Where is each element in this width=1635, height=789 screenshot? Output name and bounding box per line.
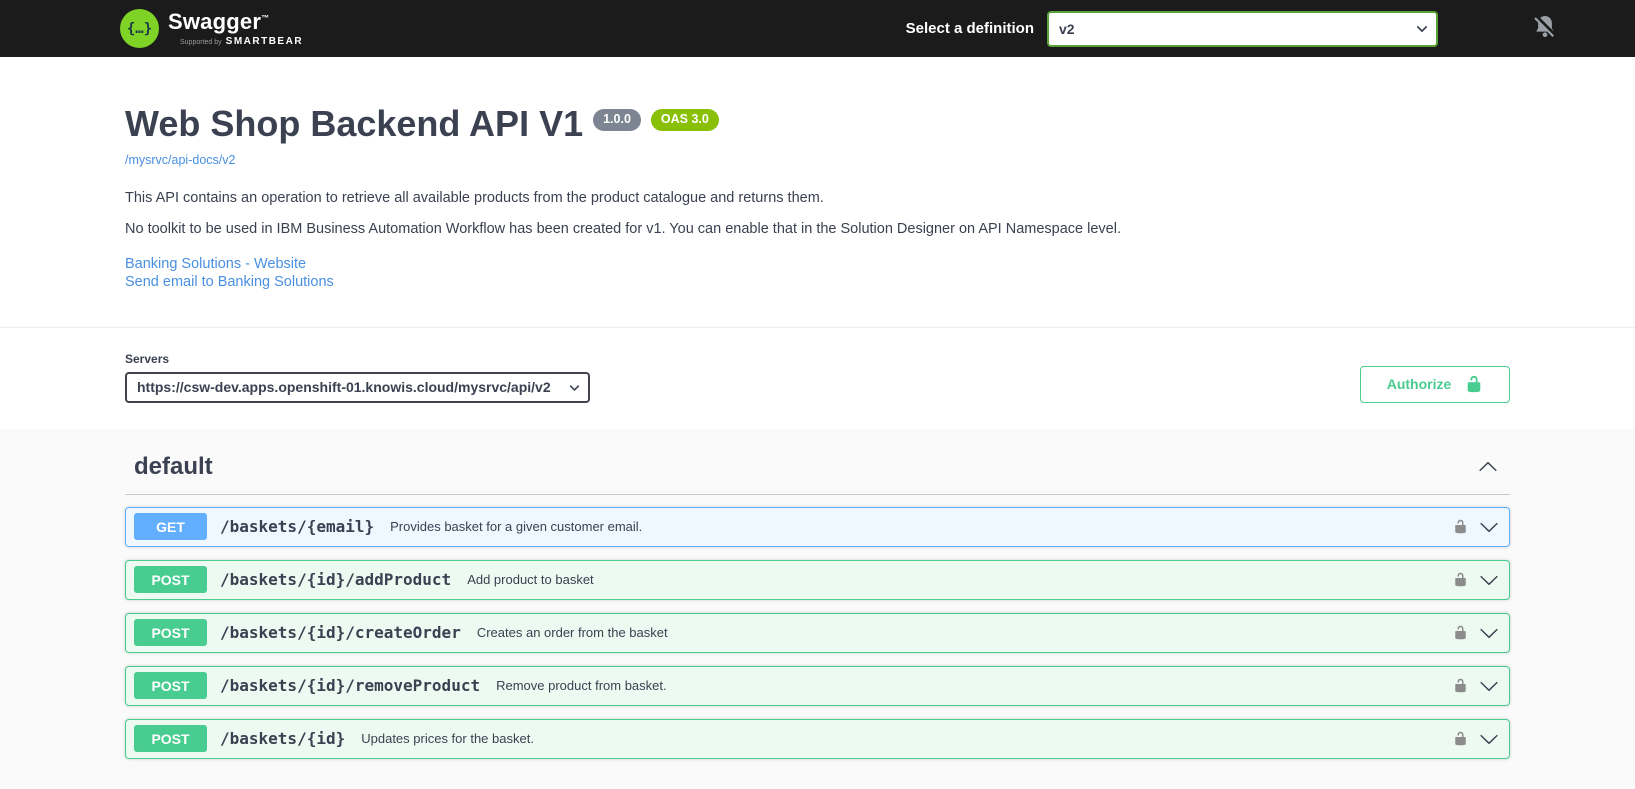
smartbear-label: SMARTBEAR [225, 35, 304, 47]
method-badge: POST [134, 619, 207, 647]
operation-row-get-baskets-email[interactable]: GET /baskets/{email} Provides basket for… [125, 506, 1510, 547]
chevron-down-icon [1480, 522, 1498, 532]
authorize-button[interactable]: Authorize [1360, 365, 1510, 403]
trademark: ™ [261, 13, 270, 23]
tag-section-header[interactable]: default [125, 430, 1510, 495]
oas-badge: OAS 3.0 [650, 109, 719, 131]
servers-label: Servers [125, 351, 170, 366]
unlocked-padlock-icon [1455, 731, 1466, 746]
select-definition-label: Select a definition [905, 20, 1034, 37]
expand-operation-button[interactable] [1479, 517, 1499, 537]
operation-description: Add product to basket [467, 572, 594, 588]
chevron-down-icon [1480, 681, 1498, 691]
method-badge: GET [134, 513, 207, 541]
operations-list: GET /baskets/{email} Provides basket for… [125, 495, 1510, 759]
authorize-label: Authorize [1386, 376, 1452, 393]
brand-name: Swagger [168, 8, 262, 34]
api-description: This API contains an operation to retrie… [125, 190, 1510, 237]
auth-lock-button[interactable] [1453, 731, 1468, 746]
chevron-down-icon [1480, 628, 1498, 638]
operation-description: Provides basket for a given customer ema… [390, 519, 643, 535]
operation-path: /baskets/{email} [220, 517, 375, 537]
unlocked-padlock-icon [1455, 625, 1466, 640]
auth-lock-button[interactable] [1453, 625, 1468, 640]
operation-row-post-addproduct[interactable]: POST /baskets/{id}/addProduct Add produc… [125, 559, 1510, 600]
unlocked-padlock-icon [1455, 572, 1466, 587]
website-link[interactable]: Banking Solutions - Website [125, 255, 1510, 273]
spec-url-link[interactable]: /mysrvc/api-docs/v2 [125, 153, 235, 167]
expand-operation-button[interactable] [1479, 570, 1499, 590]
chevron-down-icon [1480, 734, 1498, 744]
operation-row-post-update-basket[interactable]: POST /baskets/{id} Updates prices for th… [125, 718, 1510, 759]
chevron-up-icon[interactable] [1478, 457, 1498, 477]
api-title-text: Web Shop Backend API V1 [125, 103, 584, 144]
operation-path: /baskets/{id}/removeProduct [220, 676, 481, 696]
unlocked-padlock-icon [1467, 375, 1481, 393]
servers-block: Servers https://csw-dev.apps.openshift-0… [125, 352, 590, 403]
servers-select[interactable]: https://csw-dev.apps.openshift-01.knowis… [125, 371, 590, 403]
expand-operation-button[interactable] [1479, 623, 1499, 643]
unlocked-padlock-icon [1455, 519, 1466, 534]
operations-section: default GET /baskets/{email} Provides ba… [0, 428, 1635, 789]
method-badge: POST [134, 672, 207, 700]
unlocked-padlock-icon [1455, 678, 1466, 693]
scheme-container: Servers https://csw-dev.apps.openshift-0… [0, 326, 1635, 429]
swagger-logo[interactable]: {…} Swagger™ Supported by SMARTBEAR [120, 9, 303, 48]
description-line-1: This API contains an operation to retrie… [125, 189, 824, 206]
chevron-down-icon [1480, 575, 1498, 585]
method-badge: POST [134, 725, 207, 753]
method-badge: POST [134, 566, 207, 594]
operation-description: Remove product from basket. [496, 678, 667, 694]
operation-row-post-createorder[interactable]: POST /baskets/{id}/createOrder Creates a… [125, 612, 1510, 653]
swagger-logo-icon: {…} [120, 9, 159, 48]
tag-title: default [134, 452, 213, 480]
operation-description: Creates an order from the basket [476, 625, 668, 641]
topbar: {…} Swagger™ Supported by SMARTBEAR Sele… [0, 0, 1635, 57]
operation-row-post-removeproduct[interactable]: POST /baskets/{id}/removeProduct Remove … [125, 665, 1510, 706]
auth-lock-button[interactable] [1453, 572, 1468, 587]
auth-lock-button[interactable] [1453, 678, 1468, 693]
api-title: Web Shop Backend API V1 1.0.0 OAS 3.0 [125, 104, 1510, 144]
info-section: Web Shop Backend API V1 1.0.0 OAS 3.0 /m… [0, 57, 1635, 327]
description-line-2: No toolkit to be used in IBM Business Au… [125, 220, 1121, 237]
operation-description: Updates prices for the basket. [361, 731, 534, 747]
definition-select[interactable]: v2 [1047, 10, 1438, 47]
operation-path: /baskets/{id}/addProduct [220, 570, 452, 590]
notifications-off-icon [1530, 11, 1560, 46]
expand-operation-button[interactable] [1479, 729, 1499, 749]
version-badge: 1.0.0 [593, 109, 641, 131]
operation-path: /baskets/{id}/createOrder [220, 623, 461, 643]
email-link[interactable]: Send email to Banking Solutions [125, 273, 1510, 291]
swagger-logo-text: Swagger™ Supported by SMARTBEAR [168, 8, 304, 47]
operation-path: /baskets/{id} [220, 729, 346, 749]
auth-lock-button[interactable] [1453, 519, 1468, 534]
expand-operation-button[interactable] [1479, 676, 1499, 696]
supported-by-label: Supported by [180, 38, 222, 46]
